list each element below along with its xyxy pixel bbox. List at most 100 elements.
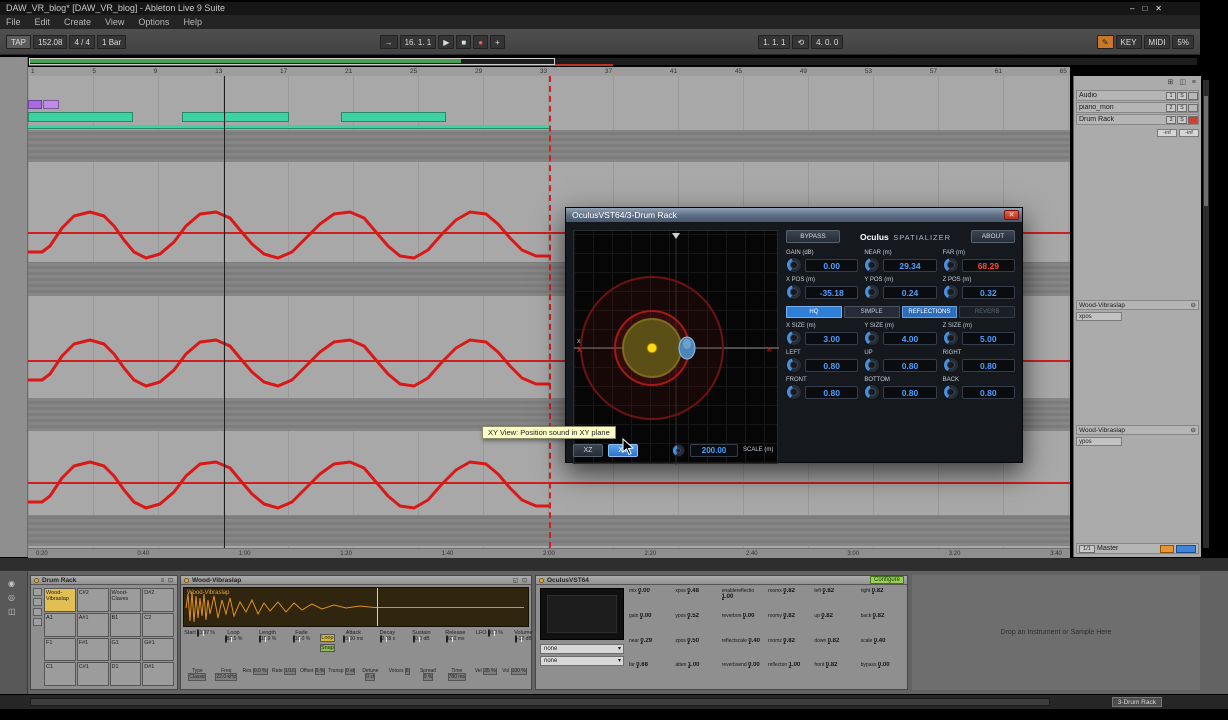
param-value[interactable]: 5.00 (961, 331, 1015, 345)
solo-button[interactable]: S (1177, 103, 1187, 112)
track-number-chip[interactable]: 3 (1166, 115, 1176, 124)
automation-curve-zpos[interactable] (28, 460, 551, 510)
field-value[interactable]: 22.0 kHz (215, 673, 238, 681)
field-value[interactable]: 0.0 % (252, 668, 268, 675)
lane-parameter-chip[interactable]: xpos (1076, 312, 1122, 321)
track-name[interactable]: Audio (1077, 92, 1165, 99)
automation-lane-header[interactable]: Wood-Vibraslap ⊖ (1076, 300, 1199, 310)
field-value[interactable]: 0 % (422, 673, 434, 681)
param-value[interactable]: 0.32 (961, 285, 1015, 299)
arm-button[interactable] (1188, 115, 1198, 124)
overview-view-frame[interactable] (29, 58, 555, 65)
field-value[interactable]: 35 % (483, 668, 497, 675)
follow-button[interactable]: → (379, 34, 398, 49)
device-activator[interactable] (184, 577, 189, 583)
device-activator[interactable] (539, 577, 544, 583)
menu-item[interactable]: View (105, 17, 124, 27)
sample-waveform-display[interactable]: Wood-Vibraslap (183, 587, 529, 627)
knob-value[interactable]: 632 ms (448, 636, 464, 642)
scale-value[interactable]: 200.00 (690, 443, 738, 457)
arm-button[interactable] (1188, 103, 1198, 112)
track-name[interactable]: piano_mon (1077, 104, 1165, 111)
knob-value[interactable]: 0.00 ms (345, 636, 363, 642)
param-knob[interactable] (786, 284, 802, 300)
draw-mode-button[interactable]: ✎ (1096, 34, 1114, 49)
arrangement-overview[interactable] (28, 57, 1198, 66)
param-knob[interactable] (942, 284, 959, 300)
track-number-chip[interactable]: 2 (1166, 103, 1176, 112)
vertical-scrollbar[interactable] (1203, 80, 1209, 548)
plugin-titlebar[interactable]: OculusVST64/3-Drum Rack ✕ (566, 208, 1022, 222)
configure-button[interactable]: Configure (869, 576, 904, 584)
menu-item[interactable]: Help (183, 17, 202, 27)
drum-pad[interactable]: A1 (44, 612, 76, 637)
knob-value[interactable]: 3.97 % (199, 630, 215, 636)
param-knob[interactable] (864, 257, 881, 273)
solo-button[interactable]: S (1177, 115, 1187, 124)
solo-button[interactable]: S (1177, 91, 1187, 100)
param-knob[interactable] (864, 357, 881, 373)
drum-pad[interactable]: G#1 (142, 637, 174, 662)
drum-pad[interactable]: D1 (109, 662, 142, 686)
param-value[interactable]: 0.80 (883, 358, 937, 372)
plugin-tab[interactable]: HQ (786, 306, 842, 318)
param-value[interactable]: 29.34 (883, 258, 937, 272)
param-knob[interactable] (786, 257, 802, 273)
param-knob[interactable] (942, 357, 959, 373)
panel-view-icons[interactable]: ⊞ ◫ ≡ (1168, 78, 1198, 86)
field-value[interactable]: Classic (188, 673, 207, 681)
drum-pad[interactable]: A#1 (76, 612, 109, 637)
knob-value[interactable]: 18.0 % (295, 636, 311, 642)
beat-time-ruler[interactable]: 1 5 9 13 17 21 25 29 33 37 41 45 49 53 57 61 65 (28, 67, 1070, 76)
tap-tempo-button[interactable]: TAP (6, 34, 31, 49)
param-knob[interactable] (786, 330, 802, 346)
param-knob[interactable] (864, 384, 881, 400)
param-knob[interactable] (864, 330, 881, 346)
record-button[interactable]: ● (473, 34, 489, 49)
midi-map-button[interactable]: MIDI (1143, 34, 1171, 49)
field-value[interactable]: 1/16 (284, 668, 296, 675)
param-value[interactable]: 0.24 (883, 285, 937, 299)
toggle-button[interactable]: Snap (320, 644, 335, 652)
param-value[interactable]: 4.00 (883, 331, 937, 345)
knob[interactable] (224, 635, 227, 643)
track-row[interactable]: Drum Rack 3 S (1076, 114, 1199, 125)
field-value[interactable]: 780 ms (447, 673, 467, 681)
knob-value[interactable]: 0.0 % (490, 630, 503, 636)
param-value[interactable]: 68.29 (961, 258, 1015, 272)
param-value[interactable]: 0.80 (961, 358, 1015, 372)
param-knob[interactable] (942, 330, 959, 346)
knob-value[interactable]: 2.38 s (382, 636, 396, 642)
oculus-vst-device[interactable]: OculusVST64 Configure none none mix 0.00… (535, 575, 908, 690)
quantize-menu[interactable]: 1 Bar (97, 34, 127, 49)
track-name[interactable]: Drum Rack (1077, 116, 1165, 123)
loop-switch[interactable]: ⟲ (792, 34, 810, 49)
drum-pad[interactable]: G1 (109, 637, 142, 662)
scrollbar-handle[interactable] (1204, 96, 1208, 206)
key-map-button[interactable]: KEY (1115, 34, 1142, 49)
plugin-tab[interactable]: SIMPLE (843, 306, 900, 318)
knob-value[interactable]: 15.9 % (261, 636, 277, 642)
knob-value[interactable]: -12 dB (517, 636, 532, 642)
knob-value[interactable]: 0.0 dB (415, 636, 429, 642)
param-value[interactable]: 0.80 (883, 385, 937, 399)
drum-pad[interactable]: C#2 (76, 588, 109, 612)
param-value[interactable]: 0.00 (805, 258, 859, 272)
minimize-icon[interactable]: – (1130, 2, 1134, 15)
drum-pad[interactable]: F1 (44, 637, 76, 662)
tempo-field[interactable]: 152.08 (32, 34, 68, 49)
knob[interactable] (258, 635, 261, 643)
device-activator[interactable] (34, 577, 39, 583)
automation-lane-header[interactable]: Wood-Vibraslap ⊖ (1076, 425, 1199, 435)
drum-pad[interactable]: C2 (142, 612, 174, 637)
track-row[interactable]: Audio 1 S (1076, 90, 1199, 101)
plugin-window[interactable]: OculusVST64/3-Drum Rack ✕ x ✕ ✕ BYPASS O… (565, 207, 1023, 465)
play-button[interactable]: ▶ (438, 34, 455, 49)
drum-pad[interactable]: B1 (109, 612, 142, 637)
menu-item[interactable]: Edit (35, 17, 51, 27)
xz-view-button[interactable]: XZ (573, 443, 603, 457)
param-knob[interactable] (942, 257, 959, 273)
field-value[interactable]: 8 (404, 668, 410, 675)
drum-pad[interactable]: D#2 (142, 588, 174, 612)
loop-start-field[interactable]: 1. 1. 1 (758, 34, 791, 49)
